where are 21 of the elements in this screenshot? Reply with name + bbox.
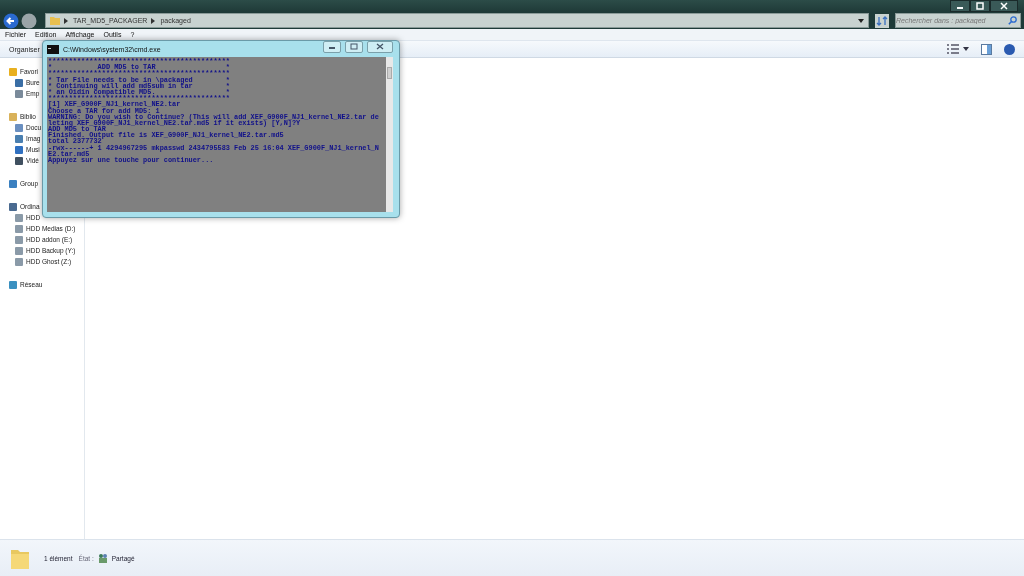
users-icon [97, 553, 108, 563]
folder-icon [50, 16, 60, 25]
close-icon [376, 43, 384, 50]
refresh-icon[interactable] [875, 13, 889, 28]
chevron-icon [64, 17, 69, 24]
back-icon[interactable] [3, 12, 19, 29]
dropdown-icon[interactable] [858, 18, 864, 23]
preview-pane-icon[interactable] [981, 43, 992, 55]
dropdown-icon[interactable] [963, 47, 969, 51]
scrollbar[interactable] [386, 57, 393, 212]
close-icon [1000, 2, 1008, 10]
chevron-icon [151, 17, 157, 24]
console-icon [47, 44, 59, 54]
search-icon[interactable] [1008, 16, 1017, 25]
restore-icon [976, 2, 984, 10]
minimize-button[interactable] [323, 40, 341, 53]
view-options-icon[interactable] [947, 44, 959, 54]
close-button[interactable] [990, 0, 1018, 12]
maximize-icon [350, 43, 358, 50]
minimize-button[interactable] [950, 0, 970, 12]
restore-button[interactable] [970, 0, 990, 12]
